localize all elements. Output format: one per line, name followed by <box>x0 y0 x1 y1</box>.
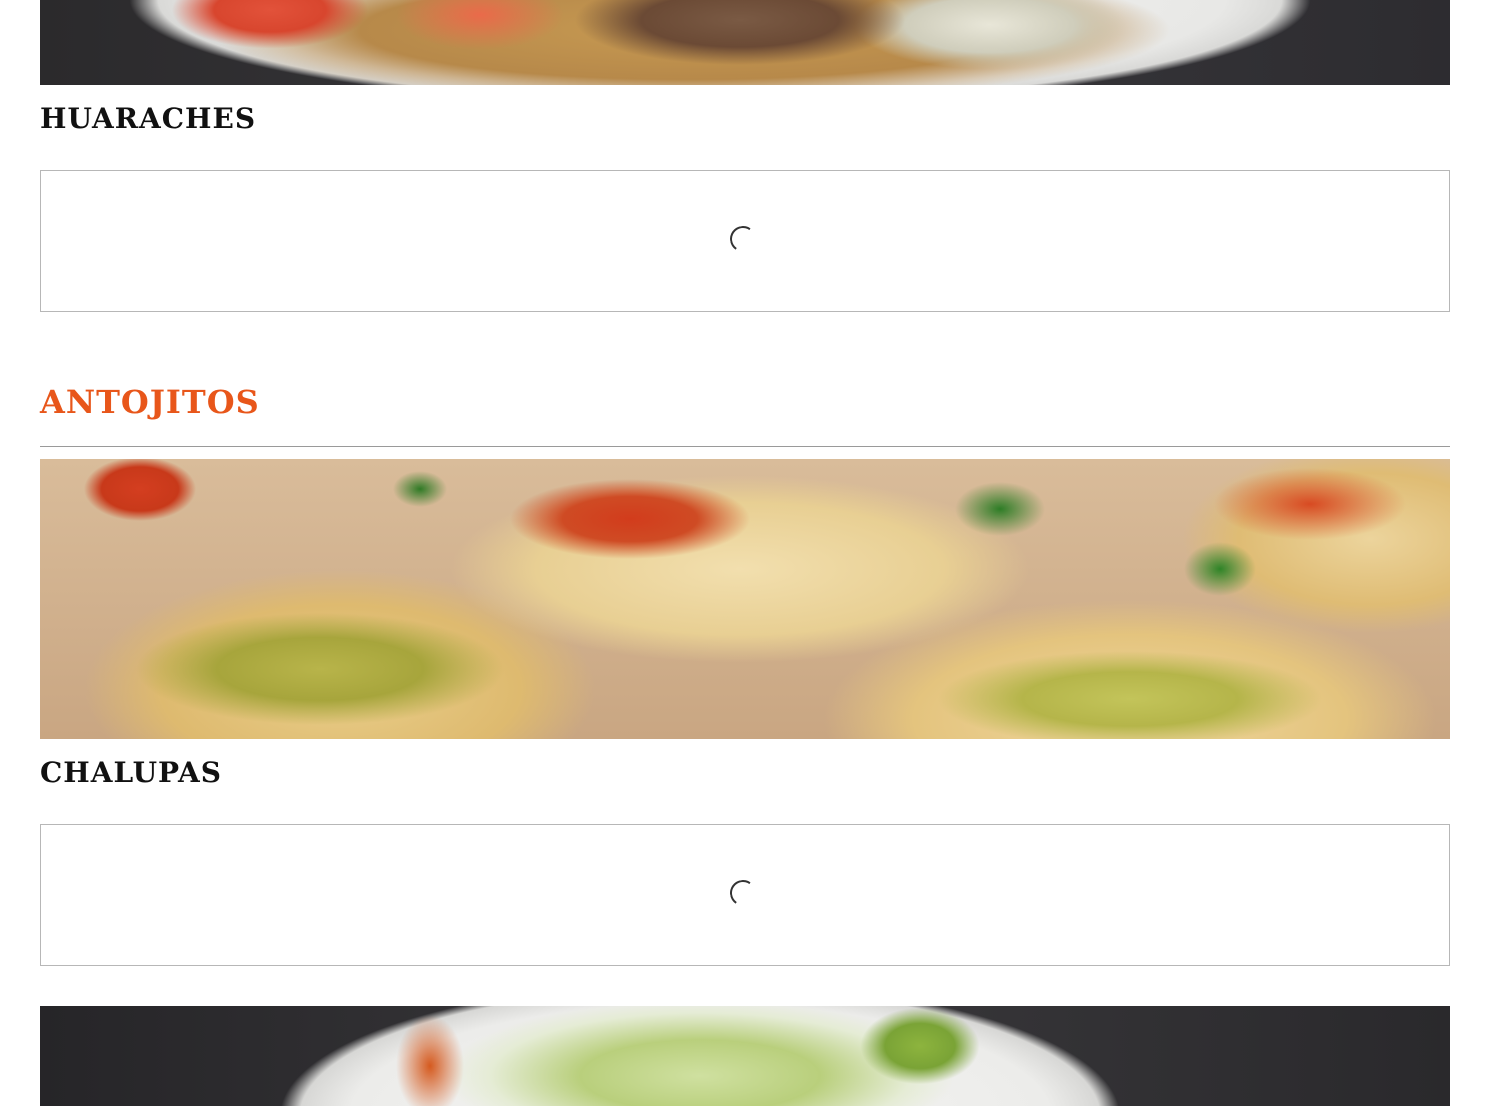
menu-item-title-chalupas: CHALUPAS <box>40 756 223 789</box>
huaraches-photo <box>40 0 1450 85</box>
section-divider <box>40 446 1450 447</box>
chalupas-photo <box>40 459 1450 739</box>
loading-spinner-icon <box>727 877 759 909</box>
section-title-antojitos: ANTOJITOS <box>40 383 260 421</box>
loading-spinner-icon <box>727 223 759 255</box>
chalupas-loading-panel <box>40 824 1450 966</box>
huaraches-loading-panel <box>40 170 1450 312</box>
menu-item-title-huaraches: HUARACHES <box>40 102 257 135</box>
next-item-photo <box>40 1006 1450 1106</box>
